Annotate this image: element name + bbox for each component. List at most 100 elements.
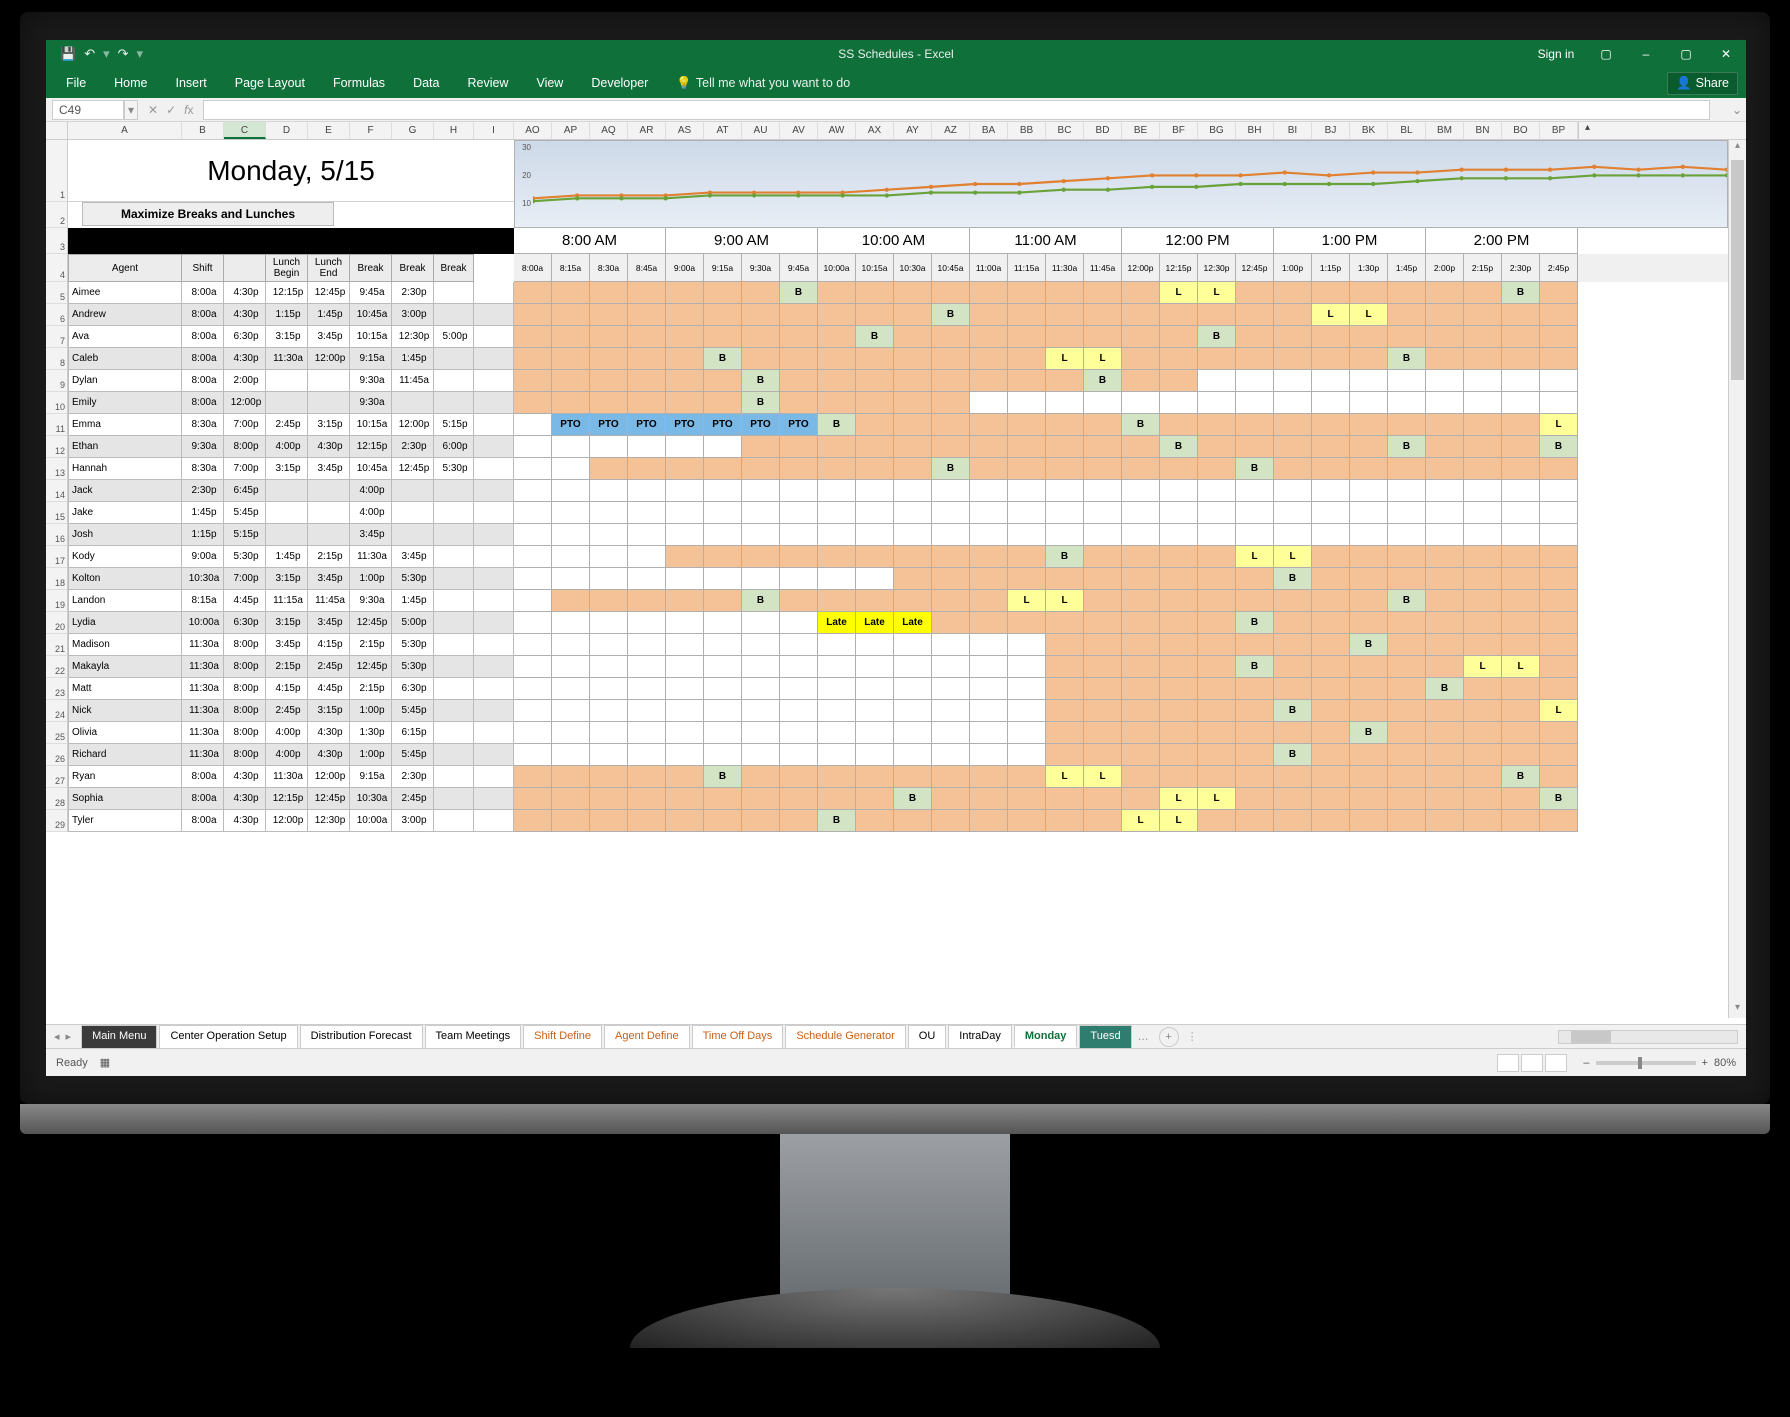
- tell-me-search[interactable]: 💡 Tell me what you want to do: [664, 70, 862, 97]
- row-header[interactable]: 13: [46, 458, 68, 480]
- col-header[interactable]: F: [350, 122, 392, 139]
- sheet-tab[interactable]: Schedule Generator: [785, 1025, 905, 1048]
- macro-record-icon[interactable]: ▦: [100, 1056, 110, 1069]
- row-header[interactable]: 4: [46, 254, 68, 282]
- sheet-nav-prev-icon[interactable]: ◂: [54, 1030, 60, 1043]
- col-header[interactable]: AW: [818, 122, 856, 139]
- ribbon-tab-view[interactable]: View: [524, 70, 575, 96]
- sheet-tab[interactable]: Main Menu: [81, 1025, 157, 1048]
- col-header[interactable]: I: [474, 122, 514, 139]
- col-header[interactable]: BK: [1350, 122, 1388, 139]
- col-header[interactable]: AO: [514, 122, 552, 139]
- row-header[interactable]: 6: [46, 304, 68, 326]
- col-header[interactable]: AS: [666, 122, 704, 139]
- row-header[interactable]: 21: [46, 634, 68, 656]
- col-header[interactable]: BJ: [1312, 122, 1350, 139]
- zoom-slider[interactable]: [1596, 1061, 1696, 1065]
- row-header[interactable]: 22: [46, 656, 68, 678]
- col-header[interactable]: AZ: [932, 122, 970, 139]
- hscroll-thumb[interactable]: [1571, 1031, 1611, 1043]
- sheet-tab[interactable]: Team Meetings: [425, 1025, 522, 1048]
- row-header[interactable]: 7: [46, 326, 68, 348]
- row-header[interactable]: 15: [46, 502, 68, 524]
- page-layout-view-icon[interactable]: [1521, 1054, 1543, 1072]
- cancel-formula-icon[interactable]: ✕: [148, 103, 158, 117]
- col-header[interactable]: BN: [1464, 122, 1502, 139]
- sheet-tab[interactable]: IntraDay: [948, 1025, 1012, 1048]
- undo-icon[interactable]: ↶: [84, 46, 95, 62]
- sheet-tab[interactable]: Shift Define: [523, 1025, 602, 1048]
- sheet-tab[interactable]: Monday: [1014, 1025, 1078, 1048]
- zoom-in-icon[interactable]: +: [1702, 1057, 1708, 1069]
- col-header[interactable]: BB: [1008, 122, 1046, 139]
- col-header[interactable]: BD: [1084, 122, 1122, 139]
- col-header[interactable]: E: [308, 122, 350, 139]
- col-header[interactable]: A: [68, 122, 182, 139]
- col-header[interactable]: BL: [1388, 122, 1426, 139]
- row-header[interactable]: 9: [46, 370, 68, 392]
- row-header[interactable]: 3: [46, 228, 68, 254]
- col-header[interactable]: AT: [704, 122, 742, 139]
- row-header[interactable]: 17: [46, 546, 68, 568]
- enter-formula-icon[interactable]: ✓: [166, 103, 176, 117]
- col-header[interactable]: H: [434, 122, 474, 139]
- horizontal-scrollbar[interactable]: [1558, 1030, 1738, 1044]
- redo-icon[interactable]: ↷: [118, 46, 129, 62]
- formula-input[interactable]: [203, 100, 1710, 120]
- share-button[interactable]: 👤 Share: [1667, 72, 1738, 95]
- maximize-icon[interactable]: ▢: [1666, 47, 1706, 61]
- normal-view-icon[interactable]: [1497, 1054, 1519, 1072]
- page-break-view-icon[interactable]: [1545, 1054, 1567, 1072]
- col-header[interactable]: BC: [1046, 122, 1084, 139]
- ribbon-tab-data[interactable]: Data: [401, 70, 451, 96]
- row-header[interactable]: 28: [46, 788, 68, 810]
- zoom-out-icon[interactable]: –: [1583, 1057, 1589, 1069]
- ribbon-tab-formulas[interactable]: Formulas: [321, 70, 397, 96]
- ribbon-tab-review[interactable]: Review: [455, 70, 520, 96]
- row-header[interactable]: 5: [46, 282, 68, 304]
- sheet-tab[interactable]: Distribution Forecast: [300, 1025, 423, 1048]
- ribbon-display-icon[interactable]: ▢: [1586, 47, 1626, 61]
- col-header[interactable]: AP: [552, 122, 590, 139]
- row-header[interactable]: 26: [46, 744, 68, 766]
- col-header[interactable]: BA: [970, 122, 1008, 139]
- col-header[interactable]: C: [224, 122, 266, 139]
- maximize-breaks-button[interactable]: Maximize Breaks and Lunches: [82, 202, 334, 226]
- row-header[interactable]: 12: [46, 436, 68, 458]
- col-header[interactable]: AX: [856, 122, 894, 139]
- select-all-corner[interactable]: [46, 122, 68, 139]
- row-header[interactable]: 27: [46, 766, 68, 788]
- scroll-down-icon[interactable]: ▾: [1729, 1002, 1746, 1018]
- col-header[interactable]: BM: [1426, 122, 1464, 139]
- name-box-dropdown-icon[interactable]: ▾: [124, 100, 138, 120]
- col-header[interactable]: B: [182, 122, 224, 139]
- col-header[interactable]: AV: [780, 122, 818, 139]
- sheet-tab[interactable]: Agent Define: [604, 1025, 690, 1048]
- row-header[interactable]: 10: [46, 392, 68, 414]
- minimize-icon[interactable]: –: [1626, 47, 1666, 61]
- row-header[interactable]: 20: [46, 612, 68, 634]
- row-header[interactable]: 1: [46, 140, 68, 202]
- col-header[interactable]: BI: [1274, 122, 1312, 139]
- ribbon-tab-home[interactable]: Home: [102, 70, 159, 96]
- scroll-up-icon[interactable]: ▴: [1729, 140, 1746, 156]
- col-header[interactable]: AR: [628, 122, 666, 139]
- col-header[interactable]: BO: [1502, 122, 1540, 139]
- row-header[interactable]: 11: [46, 414, 68, 436]
- row-header[interactable]: 25: [46, 722, 68, 744]
- col-header[interactable]: D: [266, 122, 308, 139]
- col-header[interactable]: AU: [742, 122, 780, 139]
- row-header[interactable]: 2: [46, 202, 68, 228]
- sheet-tab[interactable]: Tuesd: [1079, 1025, 1131, 1048]
- col-header[interactable]: BG: [1198, 122, 1236, 139]
- row-header[interactable]: 19: [46, 590, 68, 612]
- close-icon[interactable]: ✕: [1706, 47, 1746, 61]
- row-header[interactable]: 8: [46, 348, 68, 370]
- sign-in-link[interactable]: Sign in: [1536, 47, 1576, 61]
- sheet-tab[interactable]: OU: [908, 1025, 947, 1048]
- col-header[interactable]: BH: [1236, 122, 1274, 139]
- col-header[interactable]: BE: [1122, 122, 1160, 139]
- sheet-nav-next-icon[interactable]: ▸: [66, 1030, 72, 1043]
- ribbon-tab-page-layout[interactable]: Page Layout: [223, 70, 317, 96]
- col-header[interactable]: BF: [1160, 122, 1198, 139]
